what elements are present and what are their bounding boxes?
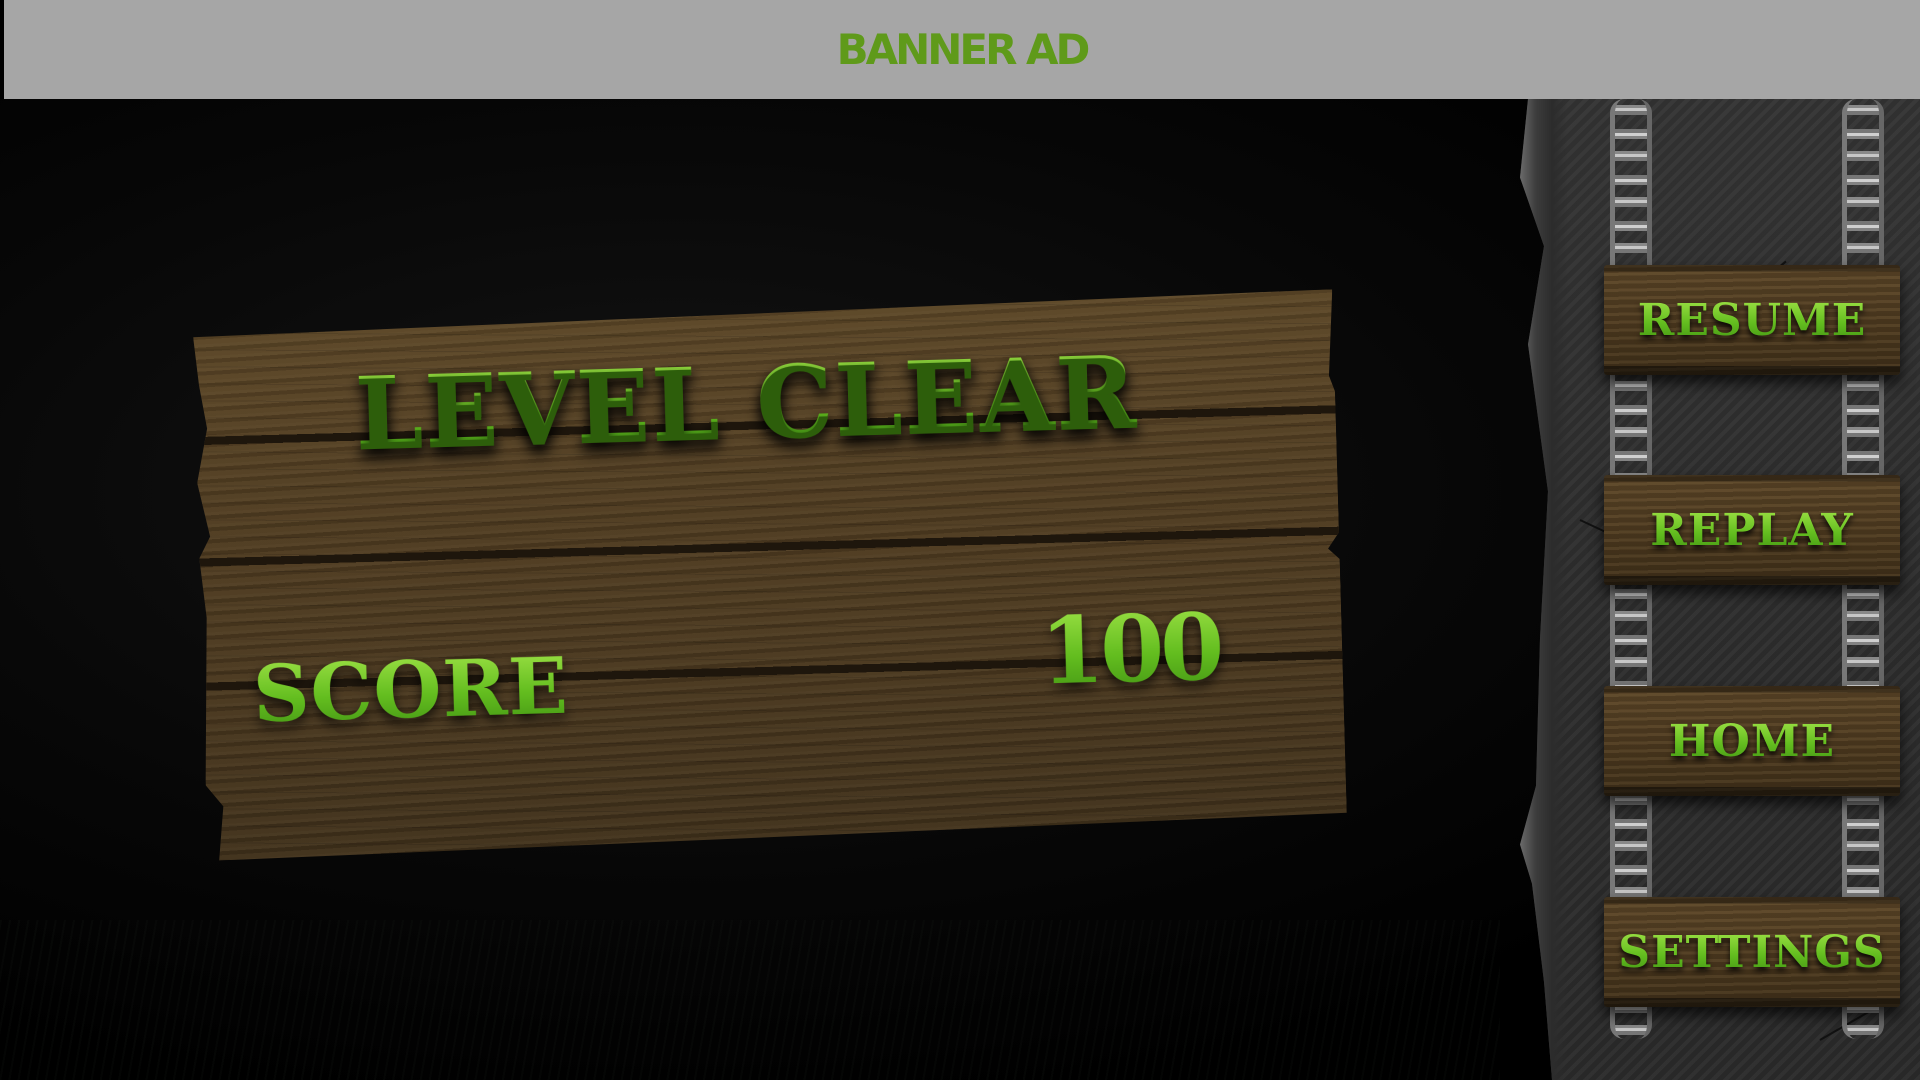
banner-ad[interactable]: BANNER AD [4,0,1920,99]
resume-button[interactable]: RESUME [1604,265,1900,375]
settings-button[interactable]: SETTINGS [1604,897,1900,1007]
replay-label: REPLAY [1650,504,1854,556]
score-label: SCORE [251,640,570,741]
grass-silhouette [0,920,1500,1080]
resume-label: RESUME [1637,294,1867,346]
home-label: HOME [1668,715,1836,767]
level-clear-title: LEVEL CLEAR [353,334,1140,470]
banner-ad-label: BANNER AD [836,25,1091,74]
settings-label: SETTINGS [1618,926,1886,978]
replay-button[interactable]: REPLAY [1604,475,1900,585]
level-clear-sign: LEVEL CLEAR SCORE 100 [193,289,1348,861]
home-button[interactable]: HOME [1604,686,1900,796]
score-value: 100 [1038,592,1222,706]
